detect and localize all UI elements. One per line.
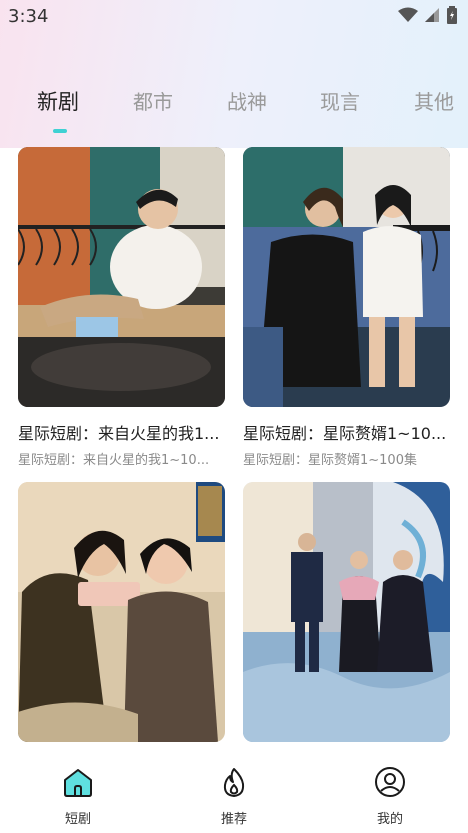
drama-card[interactable] <box>18 482 225 747</box>
nav-label: 短剧 <box>64 812 91 827</box>
nav-label: 推荐 <box>220 812 247 827</box>
drama-title: 星际短剧：来自火星的我1... <box>18 424 220 443</box>
drama-thumbnail <box>243 482 450 742</box>
user-icon <box>375 767 405 797</box>
bottom-navigation: 短剧 推荐 我的 <box>0 748 468 833</box>
drama-card[interactable]: 星际短剧：来自火星的我1... 星际短剧：来自火星的我1~10... <box>18 147 225 468</box>
flame-icon <box>223 768 245 797</box>
drama-card[interactable] <box>243 482 450 747</box>
status-icons <box>398 6 458 24</box>
nav-label: 我的 <box>376 812 403 827</box>
drama-subtitle: 星际短剧：星际赘婿1~100集 <box>243 453 417 468</box>
drama-grid: 星际短剧：来自火星的我1... 星际短剧：来自火星的我1~10... 星际短剧：… <box>0 147 468 747</box>
signal-icon <box>425 8 439 22</box>
drama-card[interactable]: 星际短剧：星际赘婿1~10... 星际短剧：星际赘婿1~100集 <box>243 147 450 468</box>
nav-item-profile[interactable]: 我的 <box>350 766 430 827</box>
drama-thumbnail <box>18 482 225 742</box>
tab-city[interactable]: 都市 <box>133 86 173 115</box>
drama-subtitle: 星际短剧：来自火星的我1~10... <box>18 453 210 468</box>
tab-new[interactable]: 新剧 <box>37 86 79 116</box>
drama-title: 星际短剧：星际赘婿1~10... <box>243 424 447 443</box>
nav-item-shortplay[interactable]: 短剧 <box>38 766 118 827</box>
battery-icon <box>447 6 457 24</box>
drama-thumbnail <box>18 147 225 407</box>
tab-war-god[interactable]: 战神 <box>227 86 267 115</box>
tab-other[interactable]: 其他 <box>414 86 454 115</box>
drama-thumbnail <box>243 147 450 407</box>
status-bar: 3:34 <box>0 0 468 34</box>
home-icon <box>64 769 92 797</box>
tab-romance[interactable]: 现言 <box>320 86 360 115</box>
status-time: 3:34 <box>8 6 49 27</box>
nav-item-recommend[interactable]: 推荐 <box>194 766 274 827</box>
wifi-icon <box>398 7 418 22</box>
category-tabs: 新剧 都市 战神 现言 其他 <box>0 86 468 136</box>
tab-indicator <box>53 129 67 133</box>
